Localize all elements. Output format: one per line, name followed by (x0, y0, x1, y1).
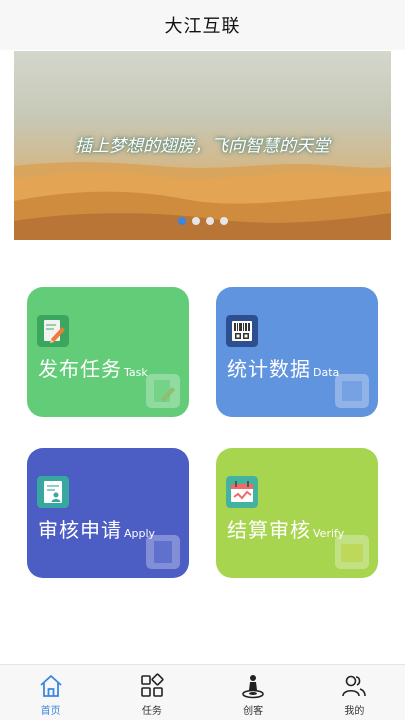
carousel-dot[interactable] (177, 217, 186, 225)
review-application-card[interactable]: 审核申请 Apply (27, 448, 189, 578)
users-icon (342, 675, 367, 697)
tab-label: 任务 (141, 706, 162, 717)
card-label: 审核申请 Apply (38, 518, 156, 542)
tab-tasks[interactable]: 任务 (101, 665, 202, 720)
home-icon (40, 675, 62, 697)
carousel-dot[interactable] (205, 217, 214, 225)
app-header: 大江互联 (0, 0, 405, 50)
edit-document-icon (37, 315, 69, 347)
maker-icon (242, 675, 264, 699)
tab-home[interactable]: 首页 (0, 665, 101, 720)
edit-document-watermark-icon (146, 374, 180, 408)
settlement-review-card[interactable]: 结算审核 Verify (216, 448, 378, 578)
bottom-tab-bar: 首页 任务 创客 我的 (0, 664, 405, 720)
grid-icon (141, 673, 164, 697)
tab-label: 首页 (40, 706, 61, 717)
carousel-dot[interactable] (191, 217, 200, 225)
applicant-form-watermark-icon (146, 535, 180, 569)
tab-maker[interactable]: 创客 (203, 665, 304, 720)
carousel-dot[interactable] (219, 217, 228, 225)
tab-mine[interactable]: 我的 (304, 665, 405, 720)
page-title: 大江互联 (164, 16, 241, 37)
card-label: 统计数据 Data (227, 357, 340, 381)
statistics-data-card[interactable]: 统计数据 Data (216, 287, 378, 417)
barcode-data-icon (226, 315, 258, 347)
tab-label: 创客 (243, 706, 264, 717)
card-label: 结算审核 Verify (227, 518, 345, 542)
calendar-check-icon (226, 476, 258, 508)
tab-label: 我的 (344, 706, 365, 717)
banner-slogan: 插上梦想的翅膀，飞向智慧的天堂 (75, 136, 330, 157)
publish-task-card[interactable]: 发布任务 Task (27, 287, 189, 417)
carousel-indicators (14, 217, 391, 225)
barcode-watermark-icon (335, 374, 369, 408)
card-label: 发布任务 Task (38, 357, 148, 381)
calendar-check-watermark-icon (335, 535, 369, 569)
banner-carousel[interactable]: 插上梦想的翅膀，飞向智慧的天堂 (14, 51, 391, 240)
applicant-form-icon (37, 476, 69, 508)
